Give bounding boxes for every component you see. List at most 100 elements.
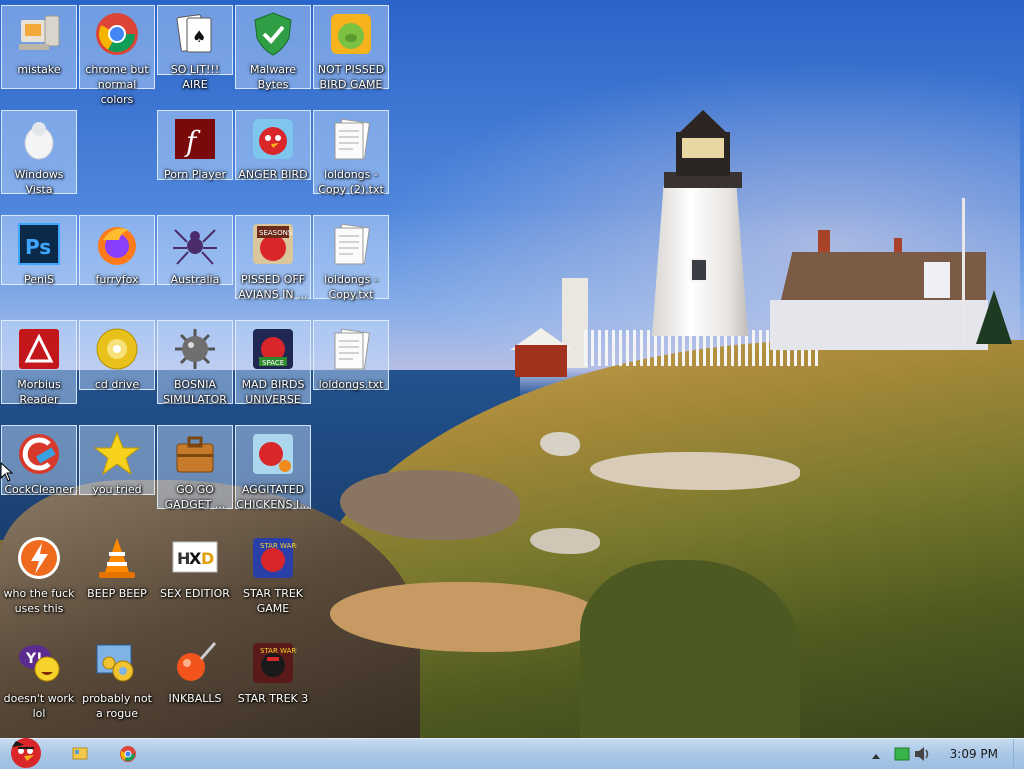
photoshop-icon: Ps [15,220,63,268]
text-document-icon [327,115,375,163]
icon-label: doesn't work lol [3,692,75,720]
desktop-icon-morbius-reader[interactable]: Morbius Reader [1,320,77,406]
desktop-icon-not-pissed-bird-game[interactable]: NOT PISSED BIRD GAME [313,5,389,91]
chrome-icon [93,10,141,58]
desktop-icon-australia[interactable]: Australia [157,215,233,286]
icon-label: chrome but normal colors [85,63,149,106]
desktop-icon-so-lit-aire[interactable]: ♠ SO LIT!!! AIRE [157,5,233,91]
icon-label: Malware Bytes [249,63,297,91]
desktop-icon-mad-birds-universe[interactable]: SPACE MAD BIRDS UNIVERSE [235,320,311,406]
solitaire-cards-icon: ♠ [171,10,219,58]
icon-label: Morbius Reader [17,378,61,406]
desktop-icon-cd-drive[interactable]: cd drive [79,320,155,391]
taskbar-clock[interactable]: 3:09 PM [950,747,998,761]
firefox-icon [93,220,141,268]
icon-label: cd drive [94,378,140,391]
desktop-icon-porn-player[interactable]: f Porn Player [157,110,233,181]
icon-label: MAD BIRDS UNIVERSE [241,378,305,406]
desktop-icon-furryfox[interactable]: furryfox [79,215,155,286]
inkball-icon [171,639,219,687]
desktop-icon-mistake[interactable]: mistake [1,5,77,89]
minesweeper-mine-icon [171,325,219,373]
icon-label: Porn Player [164,168,226,181]
icon-label: probably not a rogue [82,692,152,720]
bad-piggies-icon [327,10,375,58]
acrobat-reader-icon [15,325,63,373]
show-desktop-button[interactable] [1013,739,1024,769]
svg-text:SEASONS: SEASONS [259,229,293,237]
svg-text:STAR WARS: STAR WARS [260,542,297,550]
angry-bird-icon [249,115,297,163]
star-icon [93,430,141,478]
desktop-icon-you-tried[interactable]: you tried [79,425,155,496]
wallpaper-lighthouse-glass [682,138,724,158]
briefcase-icon [171,430,219,478]
desktop-icon-star-trek-3[interactable]: STAR WARS STAR TREK 3 [235,635,311,705]
wallpaper-flagpole [962,198,965,346]
svg-text:♠: ♠ [192,27,206,46]
desktop-icon-malware-bytes[interactable]: Malware Bytes [235,5,311,91]
svg-text:STAR WARS: STAR WARS [260,647,297,655]
icon-label: Windows Vista [14,168,64,196]
wallpaper-shed [515,345,567,377]
svg-text:Ps: Ps [25,235,51,259]
taskbar-file-explorer[interactable] [62,742,98,766]
network-tray-button[interactable] [894,746,910,766]
desktop-icon-anger-bird[interactable]: ANGER BIRD [235,110,311,181]
star-wars-2-icon: STAR WARS [249,639,301,687]
cd-drive-icon [93,325,141,373]
desktop-icon-aggitated-chickens[interactable]: AGGITATED CHICKENS I... [235,425,311,511]
desktop-icon-loldongs-copy[interactable]: loldongs - Copy.txt [313,215,389,301]
wallpaper-lighthouse-window [690,258,708,282]
desktop-icon-loldongs[interactable]: loldongs.txt [313,320,389,391]
icon-label: INKBALLS [168,692,222,705]
desktop-icon-loldongs-copy-2[interactable]: loldongs - Copy (2).txt [313,110,389,196]
desktop-icon-probably-not-a-rogue[interactable]: probably not a rogue [79,635,155,720]
desktop-icon-cockcleaner[interactable]: CockCleaner [1,425,77,496]
wallpaper-bush [580,560,800,738]
yahoo-messenger-icon: Y! [15,639,63,687]
icon-label: furryfox [95,273,139,286]
desktop-icon-star-trek-game[interactable]: STAR WARS STAR TREK GAME [235,530,311,615]
volume-tray-button[interactable] [914,746,932,766]
icon-label: STAR TREK GAME [242,587,304,615]
wallpaper-dormer [924,262,950,298]
desktop-icon-chrome[interactable]: chrome but normal colors [79,5,155,106]
taskbar-chrome[interactable] [110,742,146,766]
svg-text:SPACE: SPACE [262,359,284,367]
network-icon [894,747,910,761]
hxd-editor-icon: HXD [171,534,219,582]
start-button[interactable] [2,733,50,769]
file-explorer-icon [72,747,88,760]
desktop-icon-bosnia-simulator[interactable]: BOSNIA SIMULATOR [157,320,233,406]
icon-label: who the fuck uses this [3,587,75,615]
desktop-icon-go-go-gadget[interactable]: GO GO GADGET ... [157,425,233,511]
show-hidden-icons-button[interactable] [870,748,882,767]
desktop-icon-beep-beep[interactable]: BEEP BEEP [79,530,155,600]
chevron-up-icon [872,754,880,759]
mouse-cursor-icon [0,461,14,482]
icon-label: CockCleaner [4,483,74,496]
desktop[interactable]: mistake Windows Vista Ps PeniS Morbius R… [0,0,1024,738]
svg-text:D: D [201,549,214,568]
chrome-icon [120,746,136,762]
icon-label: mistake [17,63,61,76]
icon-label: PeniS [23,273,55,286]
angry-birds-rio-icon [249,430,297,478]
icon-label: loldongs.txt [318,378,384,391]
desktop-icon-windows-vista[interactable]: Windows Vista [1,110,77,196]
lightning-icon [15,534,63,582]
desktop-icon-penis[interactable]: Ps PeniS [1,215,77,286]
settings-gears-icon [93,639,141,687]
desktop-icon-doesnt-work-lol[interactable]: Y! doesn't work lol [1,635,77,720]
desktop-icon-pissed-off-avians[interactable]: SEASONS PISSED OFF AVIANS IN ... [235,215,311,301]
desktop-icon-inkballs[interactable]: INKBALLS [157,635,233,705]
icon-label: PISSED OFF AVIANS IN ... [238,273,308,301]
desktop-icon-sex-editior[interactable]: HXD SEX EDITIOR [157,530,233,600]
icon-label: BOSNIA SIMULATOR [163,378,227,406]
icon-label: AGGITATED CHICKENS I... [236,483,310,511]
angry-birds-seasons-icon: SEASONS [249,220,297,268]
text-document-icon [327,325,375,373]
icon-label: GO GO GADGET ... [164,483,226,511]
desktop-icon-who-the-fuck-uses-this[interactable]: who the fuck uses this [1,530,77,615]
